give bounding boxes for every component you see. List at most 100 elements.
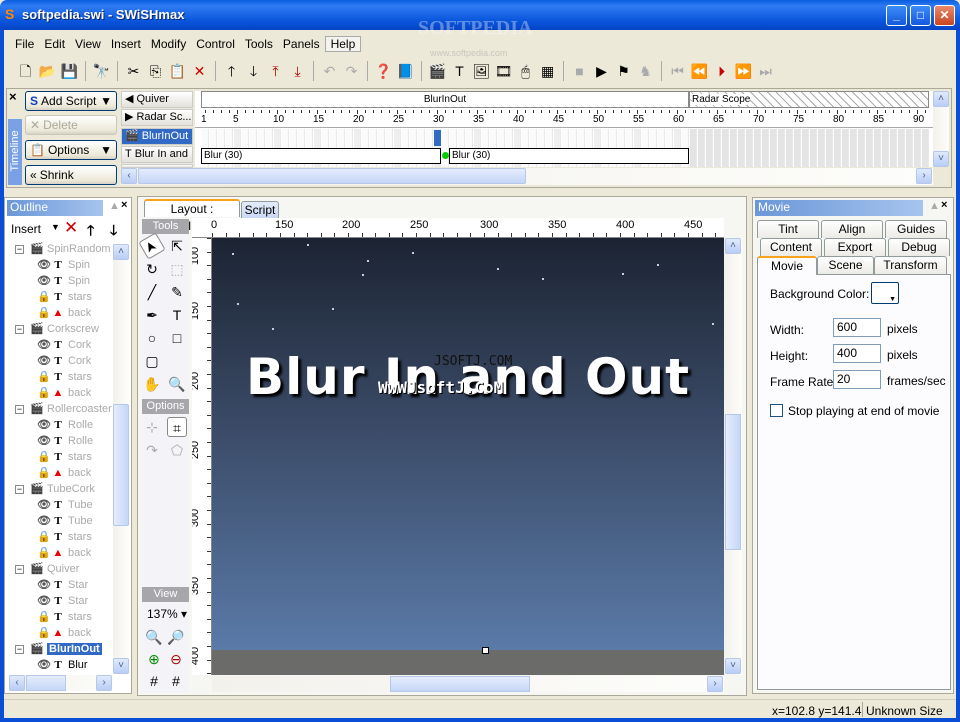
menu-modify[interactable]: Modify (146, 37, 191, 51)
effect-bar[interactable]: Blur (30) (449, 148, 689, 164)
scroll-right-icon[interactable]: › (707, 676, 723, 692)
scroll-right-icon[interactable]: › (916, 168, 932, 184)
last-frame-icon[interactable]: ⏭ (756, 61, 775, 81)
tab-scene[interactable]: Scene (817, 256, 874, 274)
ellipse-icon[interactable]: ○ (142, 328, 162, 348)
timeline-vscrollbar[interactable]: ˄ ˅ (933, 91, 949, 167)
undo-icon[interactable]: ↶ (320, 61, 339, 81)
motion-path-icon[interactable]: ⬚ (167, 259, 187, 279)
outline-item[interactable]: 🔒 ▲ back (37, 305, 91, 321)
outline-item[interactable]: − 🎬 Rollercoaster (15, 401, 112, 417)
minimize-button[interactable]: _ (886, 5, 907, 26)
outline-item[interactable]: 🔒 Tstars (37, 529, 92, 545)
stop-at-end-checkbox[interactable] (770, 404, 783, 417)
scroll-left-icon[interactable]: ‹ (9, 675, 25, 691)
outline-item[interactable]: − 🎬 Quiver (15, 561, 79, 577)
zoom-fit-icon[interactable]: 🔍 (144, 627, 164, 647)
insert-sprite-icon[interactable]: ▦ (538, 61, 557, 81)
delete-icon[interactable]: ✕ (190, 61, 209, 81)
current-frame-icon[interactable]: ⏵ (712, 61, 731, 81)
outline-item[interactable]: 🔒 Tstars (37, 289, 92, 305)
line-icon[interactable]: ╱ (142, 282, 162, 302)
insert-scene-icon[interactable]: 🎬 (428, 61, 447, 81)
collapse-icon[interactable]: ▲ (929, 200, 940, 212)
timeline-row-label[interactable]: ◀ Quiver (121, 91, 193, 108)
move-up-icon[interactable]: 🡑 (222, 61, 241, 81)
outline-item[interactable]: − 🎬 BlurInOut (15, 641, 102, 657)
close-icon[interactable]: × (121, 199, 127, 211)
outline-item[interactable]: 🔒 ▲ back (37, 625, 91, 641)
scroll-down-icon[interactable]: ˅ (933, 151, 949, 167)
scroll-thumb[interactable] (725, 414, 741, 550)
outline-item[interactable]: 🔒 ▲ back (37, 385, 91, 401)
play-scene-icon[interactable]: ⚑ (614, 61, 633, 81)
rounded-rect-icon[interactable]: ▢ (142, 351, 162, 371)
insert-text-icon[interactable]: T (450, 61, 469, 81)
zoom-level-dropdown[interactable]: 137% ▾ (147, 607, 187, 621)
menu-file[interactable]: File (10, 37, 39, 51)
options-button[interactable]: 📋 Options ▼ (25, 140, 117, 160)
outline-item[interactable]: 👁 T Cork (37, 337, 91, 353)
outline-item[interactable]: 🔒 ▲ back (37, 545, 91, 561)
reshape-icon[interactable]: ↻ (142, 259, 162, 279)
outline-item[interactable]: − 🎬 TubeCork (15, 481, 95, 497)
menu-view[interactable]: View (70, 37, 106, 51)
menu-insert[interactable]: Insert (106, 37, 146, 51)
outline-tree[interactable]: − 🎬 SpinRandom 👁 T Spin 👁 T Spin 🔒 Tstars 🔒 ▲ back − 🎬 C… (9, 241, 113, 674)
skew-icon[interactable]: ⬠ (167, 440, 187, 460)
tab-script[interactable]: Script (241, 201, 279, 219)
scroll-up-icon[interactable]: ˄ (933, 91, 949, 107)
maximize-button[interactable]: □ (910, 5, 931, 26)
collapse-toggle-icon[interactable]: − (15, 405, 24, 414)
outline-item[interactable]: 👁 T Spin (37, 257, 90, 273)
collapse-toggle-icon[interactable]: − (15, 245, 24, 254)
menu-tools[interactable]: Tools (240, 37, 278, 51)
collapse-icon[interactable]: ▲ (109, 200, 120, 212)
outline-item[interactable]: 👁 T Star (37, 577, 88, 593)
play-effect-icon[interactable]: ♞ (636, 61, 655, 81)
zoom-icon[interactable]: 🔍 (167, 374, 187, 394)
cut-icon[interactable]: ✂ (124, 61, 143, 81)
close-icon[interactable]: × (941, 199, 947, 211)
new-icon[interactable]: 🗋 (16, 61, 35, 81)
outline-item[interactable]: − 🎬 Corkscrew (15, 321, 99, 337)
width-input[interactable]: 600 (833, 318, 881, 337)
outline-item[interactable]: 🔒 ▲ back (37, 465, 91, 481)
stage-vscrollbar[interactable]: ˄ ˅ (724, 238, 742, 675)
close-icon[interactable]: × (9, 89, 17, 104)
pen-icon[interactable]: ✒ (142, 305, 162, 325)
add-script-button[interactable]: S Add Script ▼ (25, 91, 117, 111)
background-color-picker[interactable]: ▼ (871, 282, 899, 304)
save-icon[interactable]: 💾 (60, 61, 79, 81)
timeline-tab[interactable]: Timeline (8, 119, 22, 185)
scroll-right-icon[interactable]: › (96, 675, 112, 691)
delete-icon[interactable]: ✕ (64, 218, 78, 238)
outline-item[interactable]: 👁 T Blur (37, 657, 88, 673)
scroll-thumb[interactable] (113, 404, 129, 526)
menu-panels[interactable]: Panels (278, 37, 325, 51)
outline-vscrollbar[interactable]: ˄ ˅ (113, 244, 129, 674)
find-icon[interactable]: 🔭 (92, 61, 111, 81)
insert-image-icon[interactable]: 🖼 (472, 61, 491, 81)
move-top-icon[interactable]: ⤒ (266, 61, 285, 81)
redo-icon[interactable]: ↷ (342, 61, 361, 81)
timeline-row-label[interactable]: 🎬 BlurInOut (121, 128, 193, 145)
zoom-100-icon[interactable]: 🔎 (166, 627, 186, 647)
move-bottom-icon[interactable]: ⤓ (288, 61, 307, 81)
outline-item[interactable]: 👁 T Tube (37, 513, 93, 529)
prev-frame-icon[interactable]: ⏪ (690, 61, 709, 81)
outline-item[interactable]: 👁 T Tube (37, 497, 93, 513)
play-icon[interactable]: ▶ (592, 61, 611, 81)
insert-dropdown[interactable]: Insert (11, 222, 41, 236)
outline-hscrollbar[interactable]: ‹ › (9, 675, 113, 691)
tab-tint[interactable]: Tint (757, 220, 819, 238)
anchor-handle[interactable] (482, 647, 489, 654)
help-book-icon[interactable]: 📘 (396, 61, 415, 81)
menu-control[interactable]: Control (191, 37, 240, 51)
subselect-icon[interactable]: ⇱ (167, 236, 187, 256)
rotate-icon[interactable]: ↷ (142, 440, 162, 460)
insert-movie-icon[interactable]: 🎞 (494, 61, 513, 81)
frame-ruler[interactable]: 1 5 10 15 20 25 30 35 40 45 50 55 60 65 70 75 80 85 90 (195, 109, 933, 128)
grid-icon[interactable]: # (144, 671, 164, 691)
help-pointer-icon[interactable]: ❓ (374, 61, 393, 81)
